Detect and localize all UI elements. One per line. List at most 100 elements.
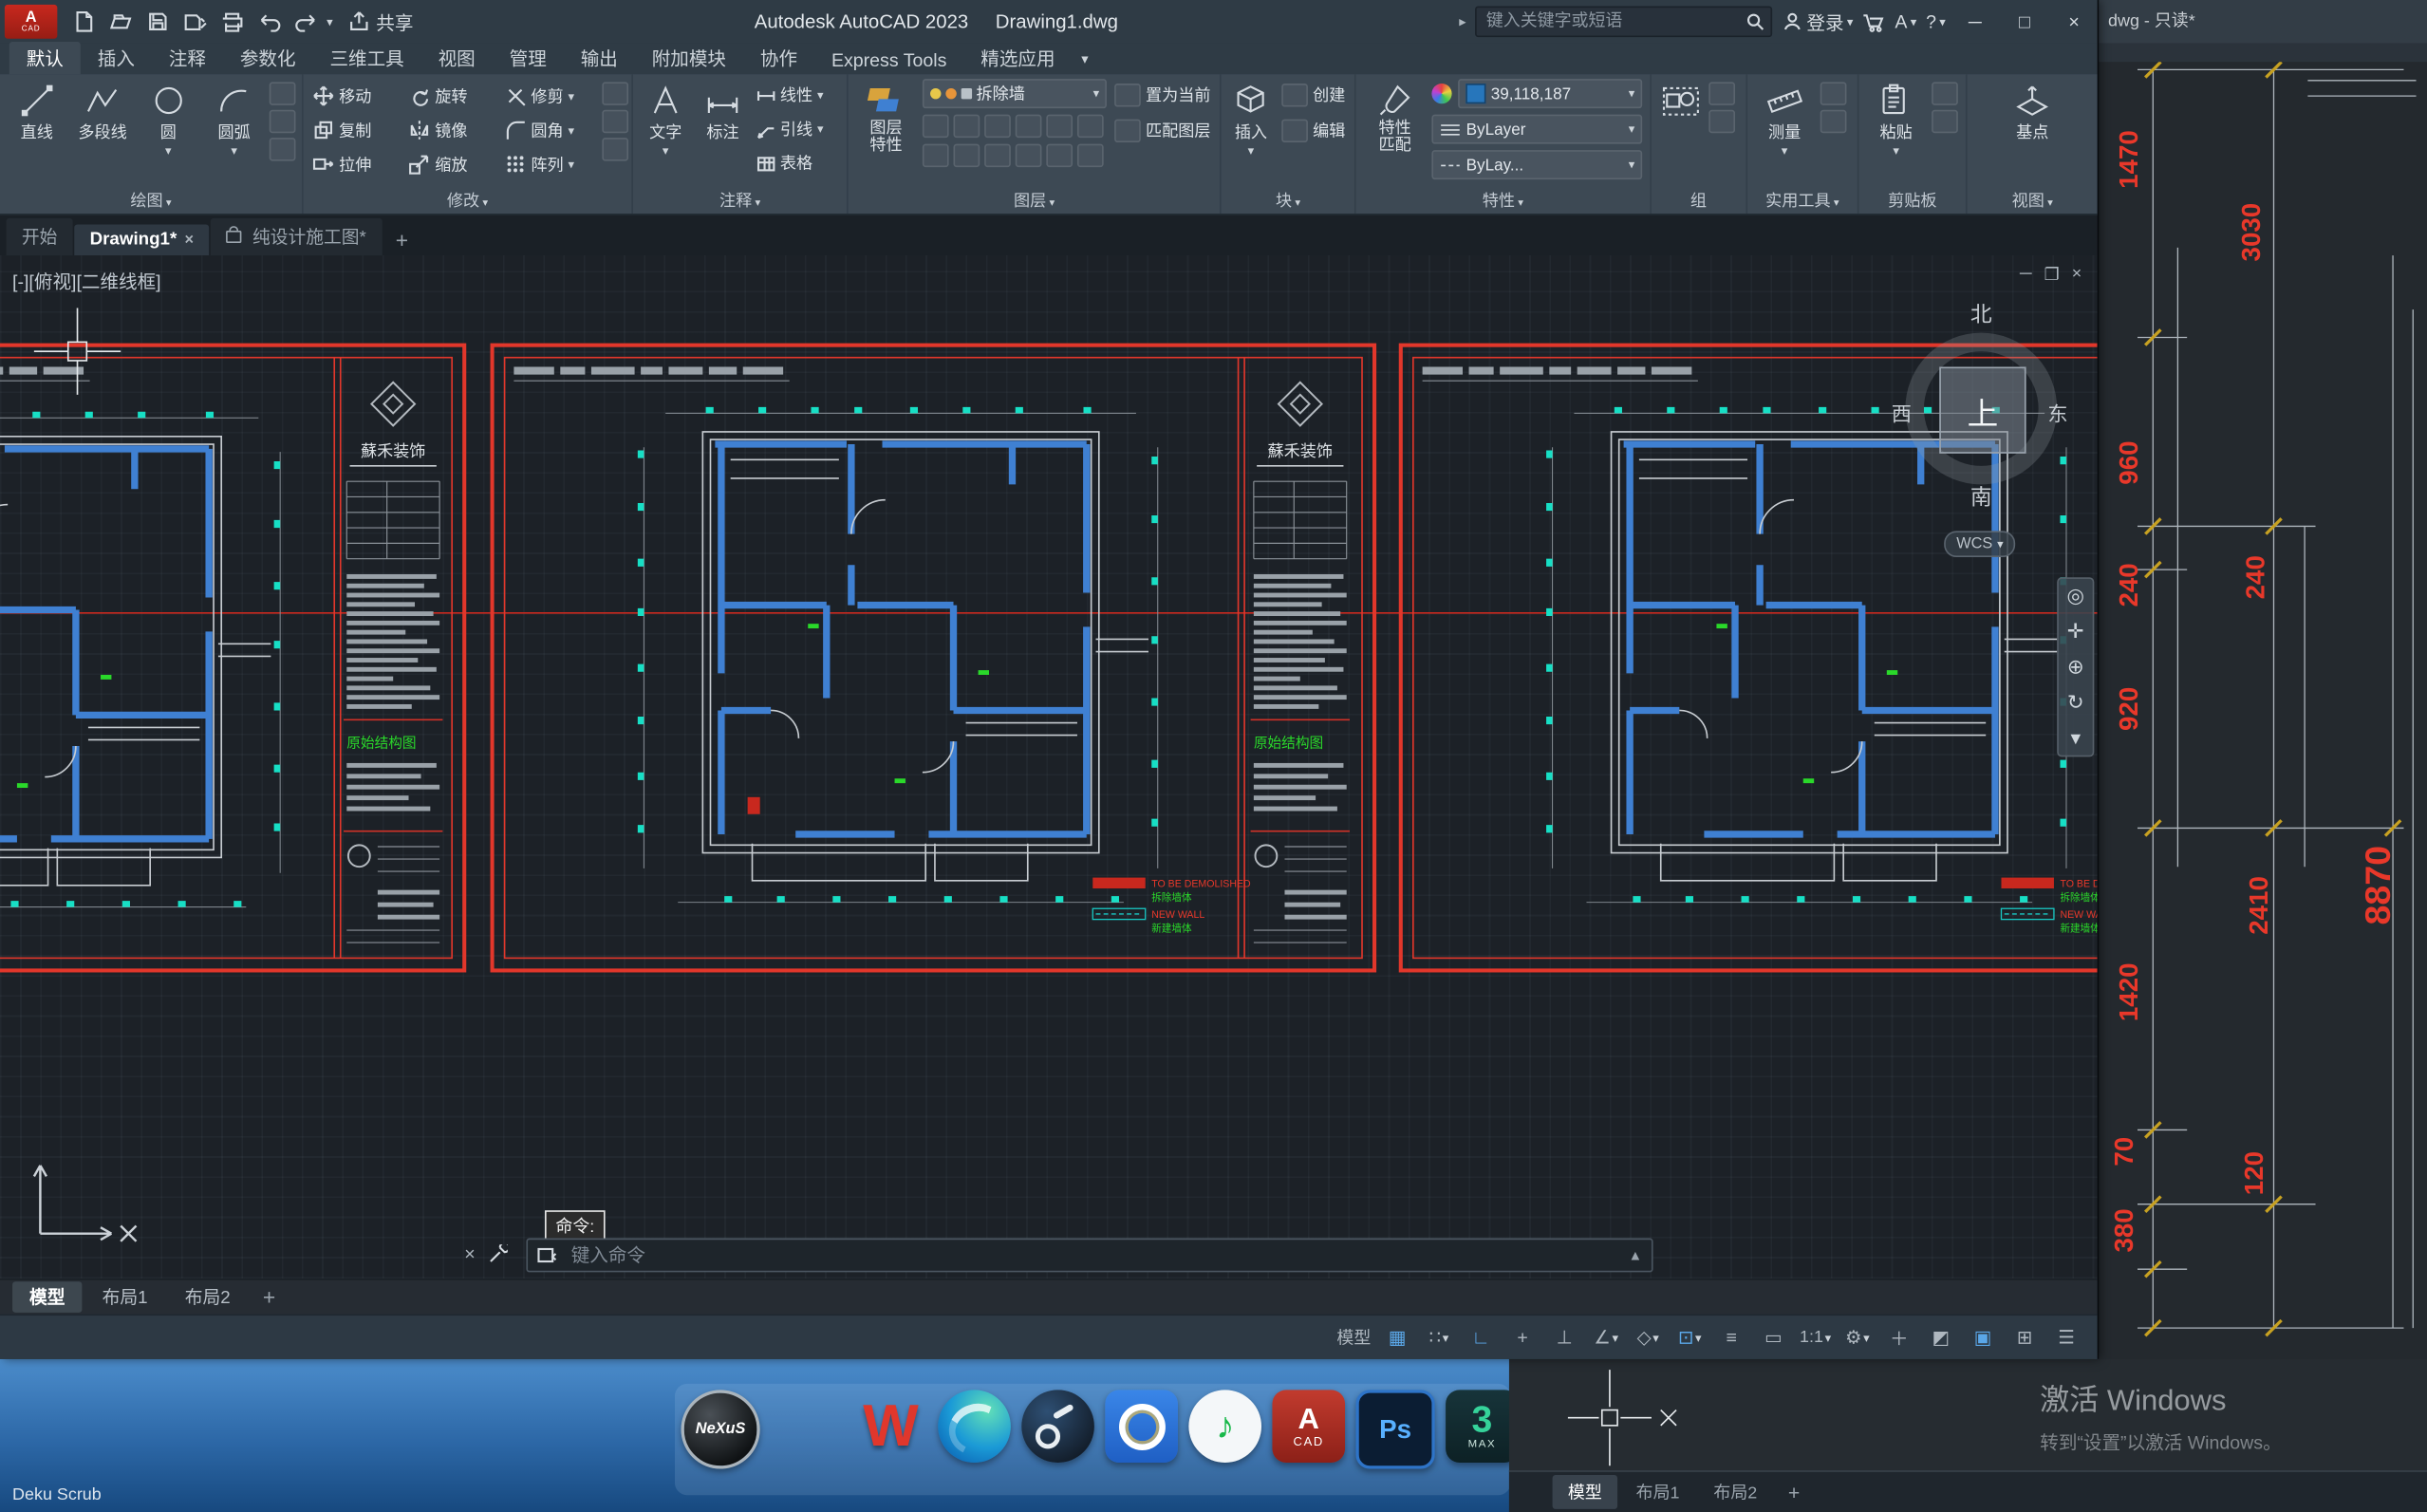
copy-button[interactable]: 复制 (309, 117, 405, 143)
panel-view-label[interactable]: 视图▾ (1968, 189, 2098, 214)
photoshop-dock-icon[interactable]: Ps (1355, 1390, 1434, 1468)
copy-clip-icon[interactable] (1932, 110, 1958, 133)
file-tab-locked[interactable]: 纯设计施工图* (211, 218, 382, 255)
nav-wheel-icon[interactable]: ◎ (2067, 585, 2084, 607)
ellipse-tool-icon[interactable] (270, 110, 296, 133)
panel-draw-label[interactable]: 绘图▾ (0, 189, 302, 214)
linetype-dropdown[interactable]: ByLay... ▾ (1432, 150, 1643, 179)
layer-tool-icon-6[interactable] (1076, 115, 1103, 138)
orbit-icon[interactable]: ↻ (2067, 692, 2084, 714)
quick-select-icon[interactable] (1820, 82, 1847, 104)
erase-tool-icon[interactable] (602, 82, 628, 104)
layout-tab-1[interactable]: 布局1 (85, 1281, 165, 1313)
layer-tool-icon-3[interactable] (984, 115, 1011, 138)
share-button[interactable]: 共享 (348, 9, 414, 35)
wps-dock-icon[interactable]: W (854, 1390, 927, 1463)
panel-groups-label[interactable]: 组 (1652, 189, 1746, 214)
layer-tool-icon-5[interactable] (1046, 115, 1073, 138)
line-button[interactable]: 直线 (7, 79, 67, 143)
lineweight-dropdown[interactable]: ByLayer ▾ (1432, 115, 1643, 144)
set-current-layer-button[interactable]: 置为当前 (1111, 82, 1214, 108)
nexus-dock-icon[interactable]: NeXuS (681, 1390, 760, 1468)
dimension-button[interactable]: 标注 (697, 79, 749, 143)
new-layout-icon[interactable]: + (251, 1281, 288, 1313)
object-snap-icon[interactable]: ⊡▾ (1671, 1322, 1708, 1353)
grid-toggle-icon[interactable]: ▦ (1378, 1322, 1415, 1353)
mirror-button[interactable]: 镜像 (405, 117, 501, 143)
autocad-app-logo[interactable]: A CAD (5, 5, 57, 39)
polyline-button[interactable]: 多段线 (72, 79, 133, 143)
panel-block-label[interactable]: 块▾ (1222, 189, 1354, 214)
autodesk-apps-icon[interactable]: A ▾ (1895, 10, 1916, 32)
match-layer-button[interactable]: 匹配图层 (1111, 118, 1214, 144)
table-button[interactable]: 表格 (754, 150, 827, 177)
lineweight-display-icon[interactable]: ≡ (1713, 1322, 1750, 1353)
tab-insert[interactable]: 插入 (81, 42, 152, 74)
zoom-icon[interactable]: ⊕ (2067, 656, 2084, 678)
3dsmax-dock-icon[interactable]: 3 MAX (1446, 1390, 1519, 1463)
save-icon[interactable] (140, 7, 175, 38)
search-icon[interactable] (1746, 12, 1765, 31)
viewcube[interactable]: 北 上 西 东 南 (1892, 299, 2071, 532)
hatch-tool-icon[interactable] (270, 138, 296, 160)
viewcube-top-face[interactable]: 上 (1939, 366, 2026, 453)
tab-output[interactable]: 输出 (564, 42, 635, 74)
clean-screen-icon[interactable]: ⊞ (2006, 1322, 2043, 1353)
panel-clipboard-label[interactable]: 剪贴板 (1858, 189, 1966, 214)
layer-tool-icon-7[interactable] (922, 144, 948, 167)
create-block-button[interactable]: 创建 (1279, 82, 1348, 108)
layout-tab-model[interactable]: 模型 (12, 1281, 82, 1313)
command-close-icon[interactable]: × (464, 1242, 475, 1264)
array-button[interactable]: 阵列▾ (501, 151, 597, 177)
annotation-monitor-icon[interactable]: ＋ (1880, 1322, 1917, 1353)
redo-icon[interactable] (289, 7, 324, 38)
tab-view[interactable]: 视图 (421, 42, 493, 74)
isometric-drafting-icon[interactable]: ◇▾ (1630, 1322, 1667, 1353)
panel-utilities-label[interactable]: 实用工具▾ (1747, 189, 1858, 214)
viewcube-east[interactable]: 东 (2047, 398, 2067, 427)
group-edit-icon[interactable] (1708, 110, 1735, 133)
edit-block-button[interactable]: 编辑 (1279, 118, 1348, 144)
search-box[interactable] (1475, 7, 1772, 38)
selection-cycling-icon[interactable]: ▭ (1755, 1322, 1792, 1353)
command-expand-icon[interactable]: ▲ (1629, 1247, 1643, 1262)
bg-tab-layout1[interactable]: 布局1 (1620, 1475, 1694, 1509)
tab-parametric[interactable]: 参数化 (223, 42, 313, 74)
nav-more-icon[interactable]: ▾ (2070, 727, 2081, 749)
tab-home[interactable]: 默认 (9, 42, 81, 74)
tab-collaborate[interactable]: 协作 (743, 42, 814, 74)
close-button[interactable]: × (2054, 5, 2094, 39)
viewport-close-icon[interactable]: × (2072, 265, 2082, 285)
autocad-dock-icon[interactable]: A CAD (1272, 1390, 1345, 1463)
paste-button[interactable]: 粘贴▾ (1865, 79, 1927, 158)
new-drawing-icon[interactable]: + (383, 224, 420, 255)
id-point-icon[interactable] (1820, 110, 1847, 133)
cut-icon[interactable] (1932, 82, 1958, 104)
layer-tool-icon-2[interactable] (953, 115, 980, 138)
viewcube-west[interactable]: 西 (1892, 398, 1912, 427)
panel-modify-label[interactable]: 修改▾ (304, 189, 632, 214)
bg-tab-layout2[interactable]: 布局2 (1698, 1475, 1772, 1509)
background-window-title[interactable]: dwg - 只读* (2099, 0, 2427, 44)
viewport-minimize-icon[interactable]: ─ (2020, 265, 2032, 285)
plot-icon[interactable] (215, 7, 250, 38)
tab-annotate[interactable]: 注释 (152, 42, 223, 74)
close-tab-icon[interactable]: × (184, 232, 194, 249)
cart-icon[interactable] (1862, 10, 1885, 32)
command-recent-icon[interactable] (537, 1246, 559, 1265)
command-bar[interactable]: ▲ (526, 1239, 1652, 1273)
panel-properties-label[interactable]: 特性▾ (1356, 189, 1650, 214)
hardware-acceleration-icon[interactable]: ▣ (1964, 1322, 2001, 1353)
new-file-icon[interactable] (66, 7, 101, 38)
layer-tool-icon-1[interactable] (922, 115, 948, 138)
annotation-scale-button[interactable]: 1:1▾ (1797, 1322, 1835, 1353)
layer-tool-icon-4[interactable] (1015, 115, 1041, 138)
customization-menu-icon[interactable]: ☰ (2047, 1322, 2084, 1353)
fillet-button[interactable]: 圆角▾ (501, 117, 597, 143)
help-icon[interactable]: ? ▾ (1926, 10, 1946, 32)
insert-block-button[interactable]: 插入▾ (1227, 79, 1274, 158)
ribbon-collapse-icon[interactable]: ▾ (1081, 50, 1088, 67)
qat-dropdown-icon[interactable]: ▾ (327, 14, 333, 28)
linear-dim-button[interactable]: 线性▾ (754, 82, 827, 108)
tab-express-tools[interactable]: Express Tools (814, 47, 963, 74)
